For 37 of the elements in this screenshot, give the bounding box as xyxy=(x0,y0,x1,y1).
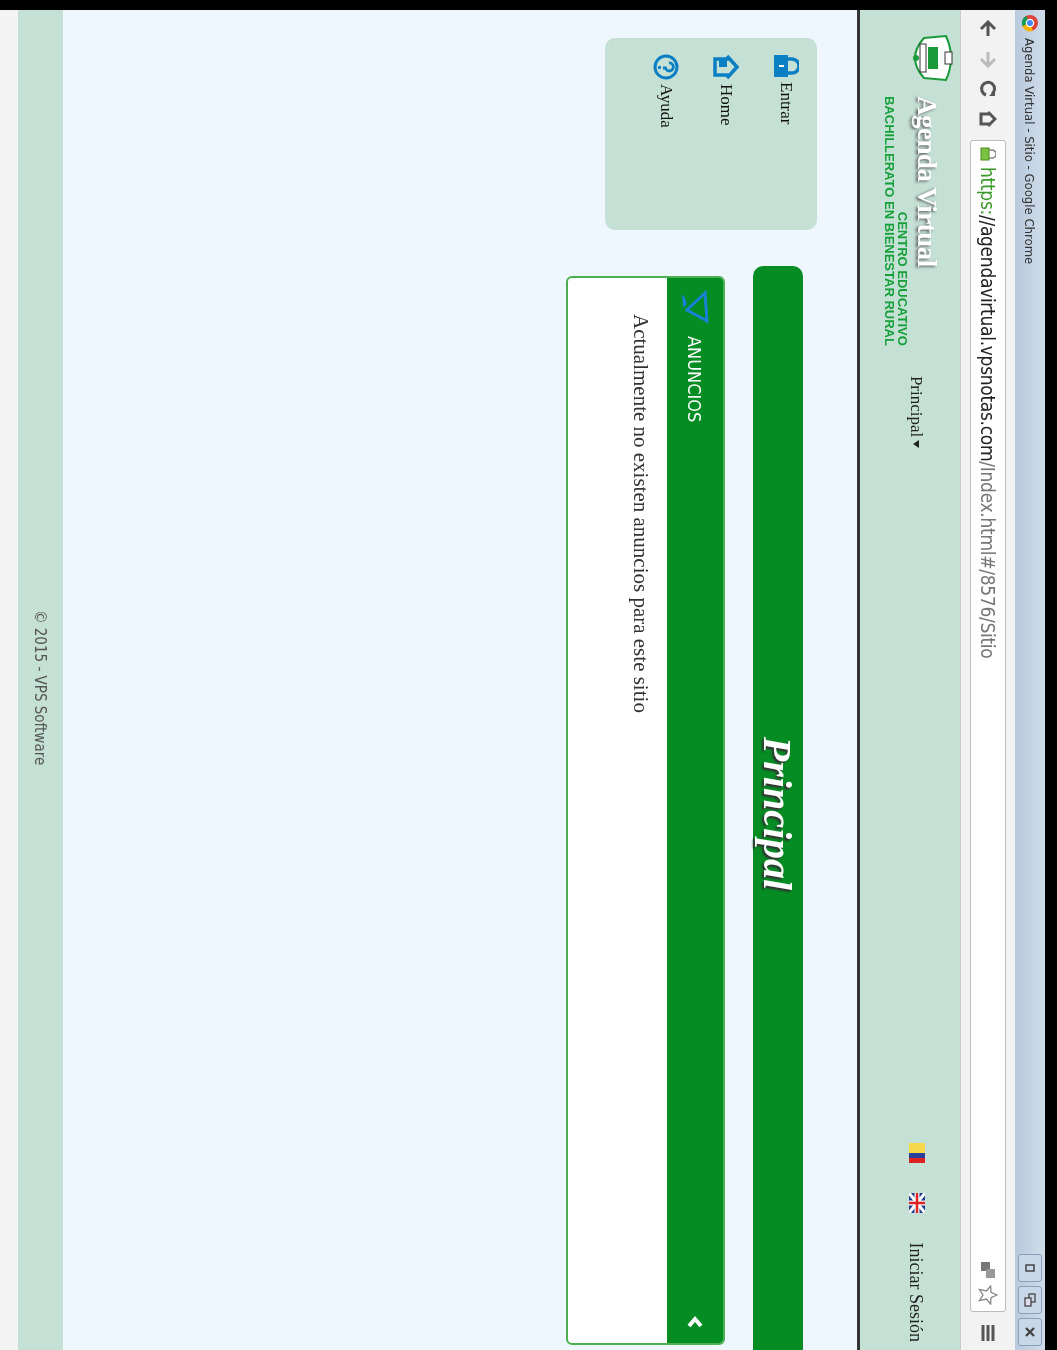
url-text: https://agendavirtual.vpsnotas.com/Index.html#/8576/Sitio xyxy=(977,167,999,659)
address-bar[interactable]: https://agendavirtual.vpsnotas.com/Index.html#/8576/Sitio xyxy=(970,140,1006,1312)
panel-title: ANUNCIOS xyxy=(684,336,706,423)
empty-message: Actualmente no existen anuncios para este sitio xyxy=(629,314,653,713)
window-title: Agenda Virtual - Sitio - Google Chrome xyxy=(1022,38,1038,265)
home-icon[interactable] xyxy=(979,110,997,128)
star-icon[interactable] xyxy=(978,1285,998,1305)
help-icon xyxy=(653,54,679,80)
reload-icon[interactable] xyxy=(979,80,997,98)
sidebar-item[interactable]: Entrar xyxy=(773,54,799,214)
house-icon xyxy=(713,54,739,80)
page-title: Principal xyxy=(754,736,802,891)
browser-logo-icon xyxy=(1021,14,1039,32)
lock-icon xyxy=(773,54,799,78)
principal-menu[interactable]: Principal xyxy=(906,375,926,449)
minimize-icon xyxy=(1025,1264,1035,1272)
site-title: Agenda Virtual xyxy=(913,96,941,269)
sidebar-item[interactable]: Ayuda xyxy=(653,54,679,214)
caret-icon xyxy=(913,440,919,449)
lock-icon xyxy=(980,147,996,161)
megaphone-icon xyxy=(681,290,709,324)
close-button[interactable] xyxy=(1018,1318,1042,1346)
school-name: CENTRO EDUCATIVO xyxy=(896,211,910,346)
menu-icon[interactable] xyxy=(980,1324,996,1342)
restore-button[interactable] xyxy=(1018,1286,1042,1314)
minimize-button[interactable] xyxy=(1018,1254,1042,1282)
sidebar-item[interactable]: Home xyxy=(713,54,739,214)
back-icon[interactable] xyxy=(979,20,997,38)
close-icon xyxy=(1024,1326,1036,1338)
login-link[interactable]: Iniciar Sesión xyxy=(905,1242,927,1342)
restore-icon xyxy=(1024,1293,1036,1307)
chevron-icon[interactable] xyxy=(687,1315,703,1329)
flag-icon[interactable] xyxy=(909,1142,925,1163)
translate-icon[interactable] xyxy=(980,1261,996,1279)
copyright-text: © 2015 - VPS Software xyxy=(31,610,50,766)
school-name: BACHILLERATO EN BIENESTAR RURAL xyxy=(883,96,897,346)
flag-icon[interactable] xyxy=(909,1192,925,1213)
